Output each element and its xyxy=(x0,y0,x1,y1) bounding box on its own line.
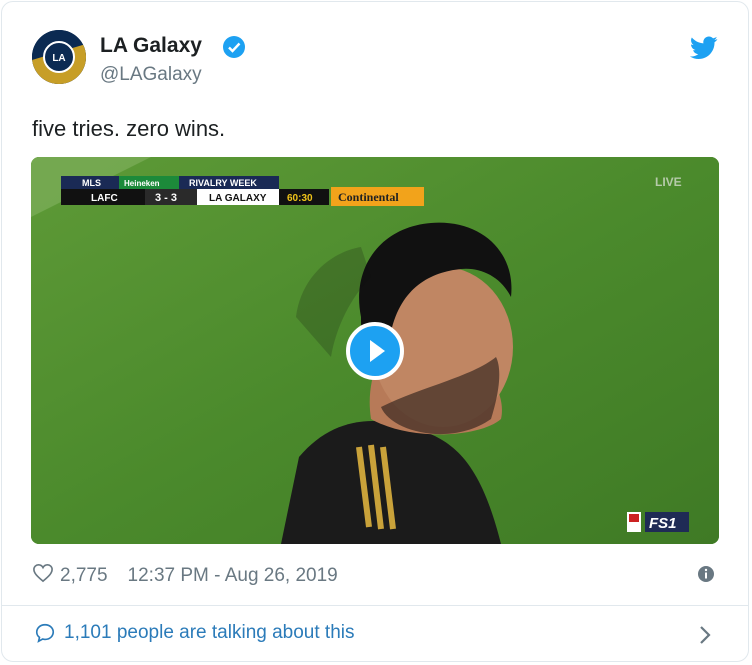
timestamp[interactable]: 12:37 PM - Aug 26, 2019 xyxy=(128,565,338,587)
scoreboard-league: MLS xyxy=(82,178,101,188)
tweet-text: five tries. zero wins. xyxy=(32,116,226,141)
avatar[interactable]: LA xyxy=(32,30,86,84)
scoreboard-away-team: LA GALAXY xyxy=(209,193,267,204)
scoreboard-home-team: LAFC xyxy=(91,193,118,204)
avatar-badge-text: LA xyxy=(52,53,65,64)
play-button[interactable] xyxy=(346,322,404,380)
verified-badge-icon xyxy=(222,35,246,64)
heart-icon[interactable] xyxy=(32,563,54,589)
info-icon[interactable] xyxy=(697,565,715,588)
like-count[interactable]: 2,775 xyxy=(60,565,108,587)
conversation-link[interactable]: 1,101 people are talking about this xyxy=(34,622,355,644)
scoreboard-clock: 60:30 xyxy=(287,193,313,204)
author-handle[interactable]: @LAGalaxy xyxy=(100,64,202,86)
author-name[interactable]: LA Galaxy xyxy=(100,34,202,58)
scoreboard-score: 3 - 3 xyxy=(155,192,177,204)
scoreboard-sponsor: Heineken xyxy=(124,179,160,188)
live-label: LIVE xyxy=(655,175,682,189)
conversation-text[interactable]: 1,101 people are talking about this xyxy=(64,622,355,644)
scoreboard-event: RIVALRY WEEK xyxy=(189,178,257,188)
broadcaster-logo: FS1 xyxy=(649,515,677,532)
chevron-right-icon[interactable] xyxy=(698,624,712,651)
divider xyxy=(1,605,749,606)
speech-bubble-icon xyxy=(35,623,55,643)
tweet-stats: 2,775 12:37 PM - Aug 26, 2019 xyxy=(32,563,338,589)
ad-sponsor: Continental xyxy=(338,190,399,204)
twitter-bird-icon[interactable] xyxy=(689,36,718,65)
